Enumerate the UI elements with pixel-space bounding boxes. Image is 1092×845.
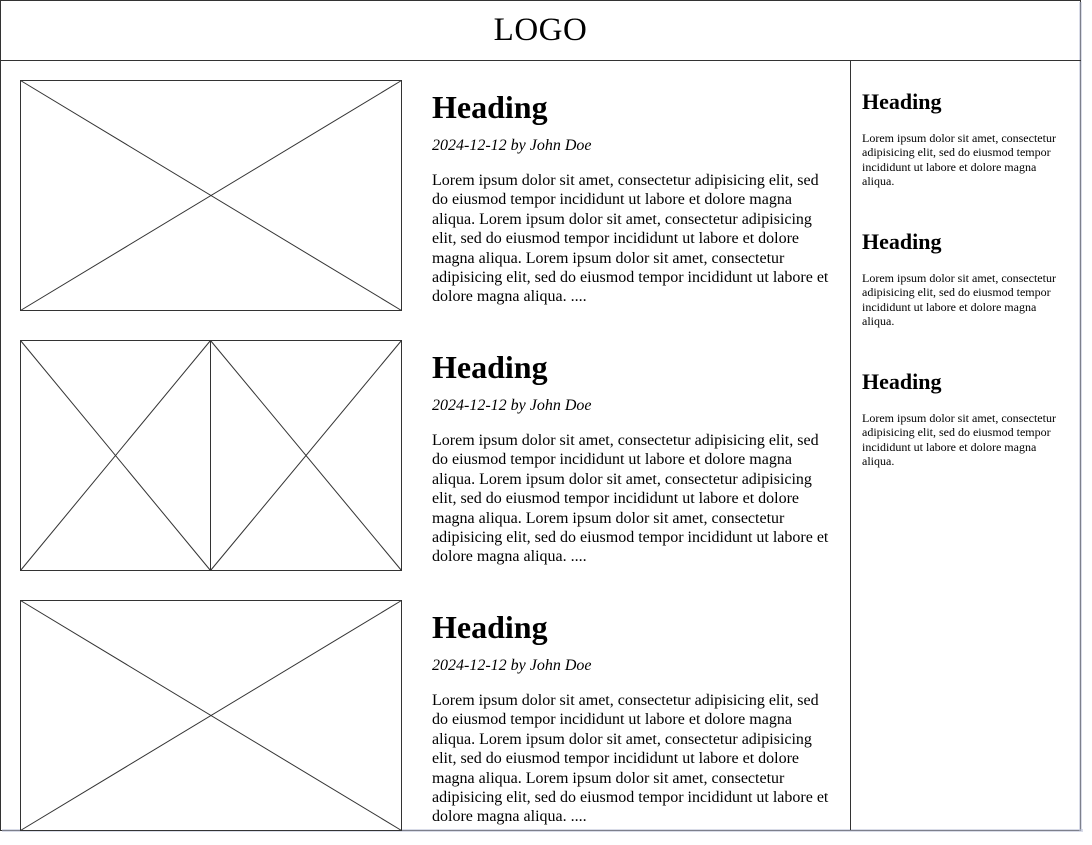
sidebar-heading[interactable]: Heading [862,89,1066,115]
image-placeholder[interactable] [20,600,402,831]
post-content: Heading 2024-12-12 by John Doe Lorem ips… [432,608,832,827]
post-item: Heading 2024-12-12 by John Doe Lorem ips… [20,80,830,312]
sidebar-text: Lorem ipsum dolor sit amet, consectetur … [862,411,1056,469]
post-heading[interactable]: Heading [432,88,832,126]
sidebar-item: Heading Lorem ipsum dolor sit amet, cons… [862,89,1066,189]
post-content: Heading 2024-12-12 by John Doe Lorem ips… [432,348,832,567]
post-body: Lorem ipsum dolor sit amet, consectetur … [432,432,829,566]
post-body: Lorem ipsum dolor sit amet, consectetur … [432,172,829,306]
image-placeholder-pair [20,340,402,571]
post-heading[interactable]: Heading [432,608,832,646]
post-item: Heading 2024-12-12 by John Doe Lorem ips… [20,600,830,832]
image-placeholder-icon [20,340,402,571]
sidebar-text: Lorem ipsum dolor sit amet, consectetur … [862,271,1056,329]
sidebar-heading[interactable]: Heading [862,369,1066,395]
sidebar-heading[interactable]: Heading [862,229,1066,255]
image-placeholder-icon [20,600,402,831]
post-content: Heading 2024-12-12 by John Doe Lorem ips… [432,88,832,307]
post-item: Heading 2024-12-12 by John Doe Lorem ips… [20,340,830,572]
post-heading[interactable]: Heading [432,348,832,386]
post-meta: 2024-12-12 by John Doe [432,657,592,674]
post-body: Lorem ipsum dolor sit amet, consectetur … [432,692,829,826]
frame-shadow-right [1079,2,1082,831]
site-header: LOGO [0,0,1081,61]
sidebar-item: Heading Lorem ipsum dolor sit amet, cons… [862,369,1066,469]
sidebar-item: Heading Lorem ipsum dolor sit amet, cons… [862,229,1066,329]
sidebar-divider [850,60,851,830]
image-placeholder[interactable] [20,80,402,311]
image-placeholder-icon [20,80,402,311]
sidebar-text: Lorem ipsum dolor sit amet, consectetur … [862,131,1056,189]
post-meta: 2024-12-12 by John Doe [432,397,592,414]
post-meta: 2024-12-12 by John Doe [432,137,592,154]
logo[interactable]: LOGO [494,12,588,49]
